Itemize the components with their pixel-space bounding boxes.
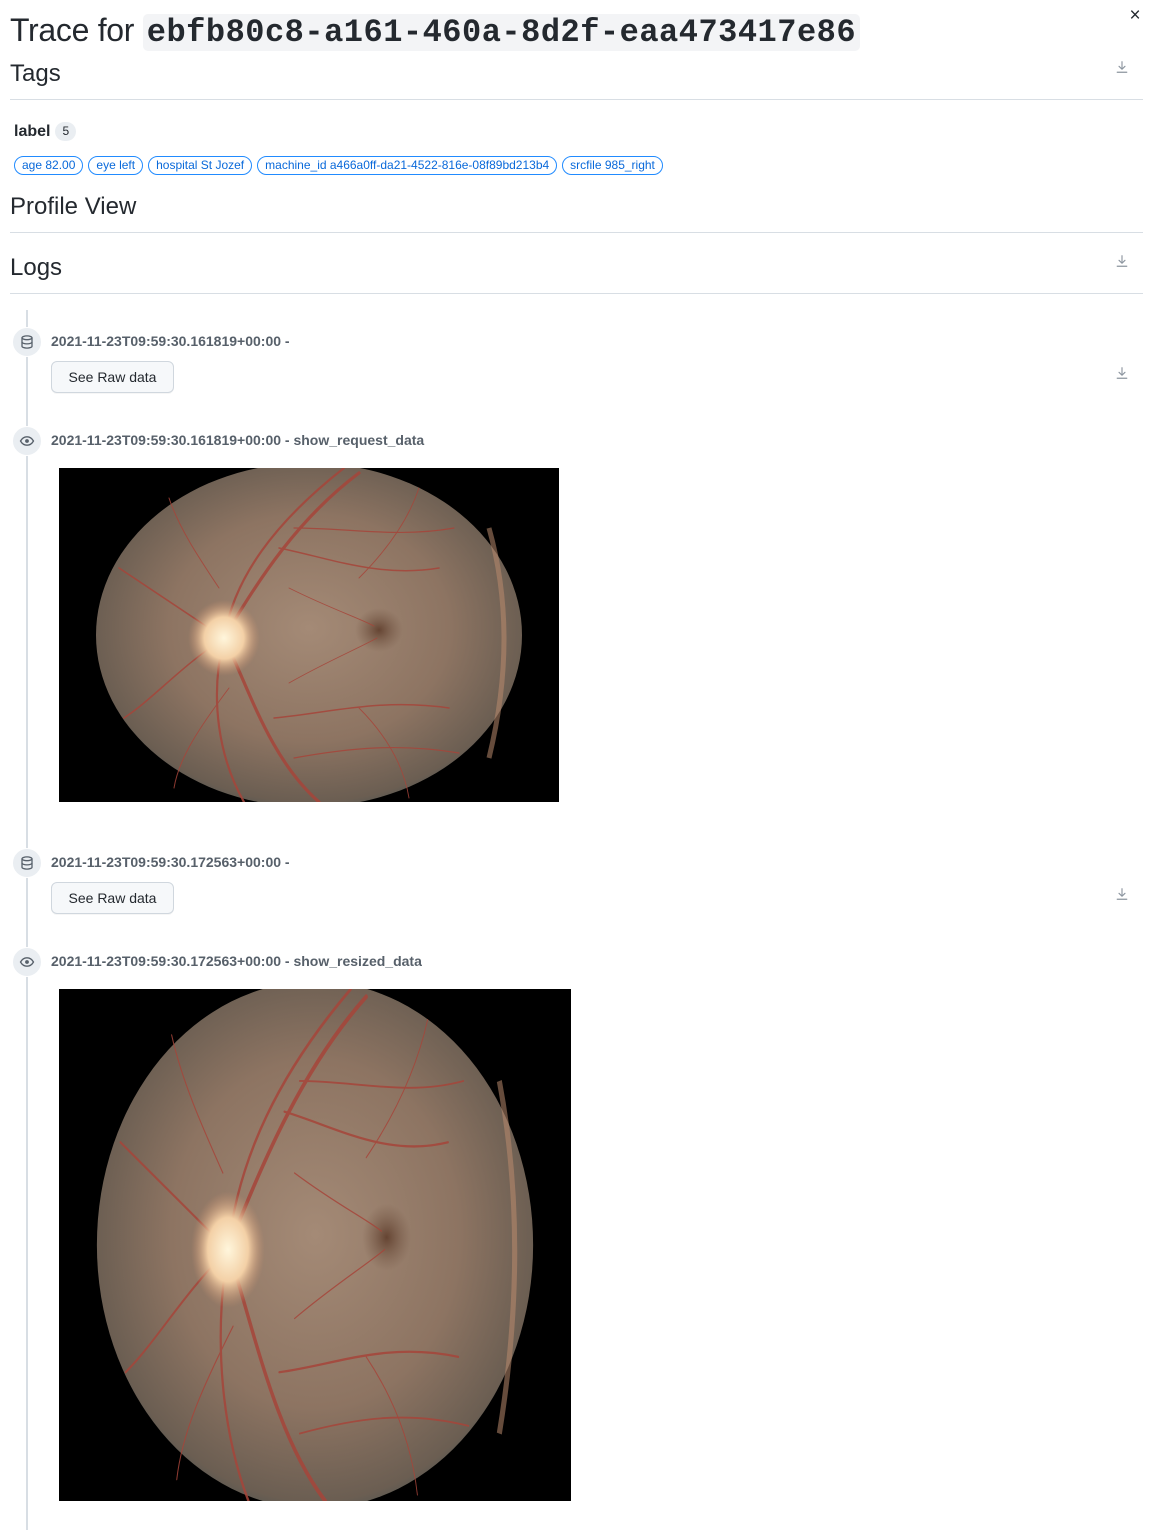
log-entry-title: 2021-11-23T09:59:30.172563+00:00 - <box>51 854 290 870</box>
tags-heading: Tags <box>10 60 61 87</box>
log-entry-title: 2021-11-23T09:59:30.161819+00:00 - <box>51 333 290 349</box>
tag-eye[interactable]: eye left <box>88 156 144 175</box>
tag-hospital[interactable]: hospital St Jozef <box>148 156 253 175</box>
tag-machine-id[interactable]: machine_id a466a0ff-da21-4522-816e-08f89… <box>257 156 558 175</box>
eye-icon <box>19 954 35 970</box>
log-entry-badge <box>12 327 42 357</box>
logs-heading: Logs <box>10 254 63 281</box>
log-entry-badge <box>12 426 42 456</box>
log-entry-title: 2021-11-23T09:59:30.172563+00:00 - show_… <box>51 953 422 969</box>
log-entry-badge <box>12 947 42 977</box>
retinal-fundus-image <box>59 989 571 1501</box>
profile-divider <box>10 232 1143 233</box>
eye-icon <box>19 433 35 449</box>
trace-id: ebfb80c8-a161-460a-8d2f-eaa473417e86 <box>142 14 861 51</box>
tag-srcfile[interactable]: srcfile 985_right <box>562 156 663 175</box>
tag-count-badge: 5 <box>55 122 77 141</box>
page-title: Trace for ebfb80c8-a161-460a-8d2f-eaa473… <box>10 8 861 55</box>
download-icon <box>1115 886 1129 902</box>
tags-download-button[interactable] <box>1112 56 1132 76</box>
tag-age[interactable]: age 82.00 <box>14 156 84 175</box>
log-entry-download-button[interactable] <box>1112 883 1132 903</box>
download-icon <box>1115 59 1129 75</box>
close-button[interactable]: × <box>1124 4 1146 28</box>
close-icon: × <box>1129 5 1141 26</box>
see-raw-data-button[interactable]: See Raw data <box>51 361 174 393</box>
tag-group-label: label <box>14 122 51 140</box>
timeline-line <box>26 310 28 1530</box>
tag-group-header: label 5 <box>14 122 77 141</box>
profile-view-heading: Profile View <box>10 193 137 220</box>
tag-list: age 82.00 eye left hospital St Jozef mac… <box>14 156 663 175</box>
download-icon <box>1115 253 1129 269</box>
logs-download-button[interactable] <box>1112 250 1132 270</box>
page-title-prefix: Trace for <box>10 12 135 48</box>
log-entry-title: 2021-11-23T09:59:30.161819+00:00 - show_… <box>51 432 425 448</box>
database-icon <box>19 334 35 350</box>
log-entry-badge <box>12 848 42 878</box>
see-raw-data-button[interactable]: See Raw data <box>51 882 174 914</box>
log-entry-download-button[interactable] <box>1112 362 1132 382</box>
database-icon <box>19 855 35 871</box>
download-icon <box>1115 365 1129 381</box>
retinal-fundus-image <box>59 468 559 802</box>
tags-divider <box>10 99 1143 100</box>
logs-divider <box>10 293 1143 294</box>
